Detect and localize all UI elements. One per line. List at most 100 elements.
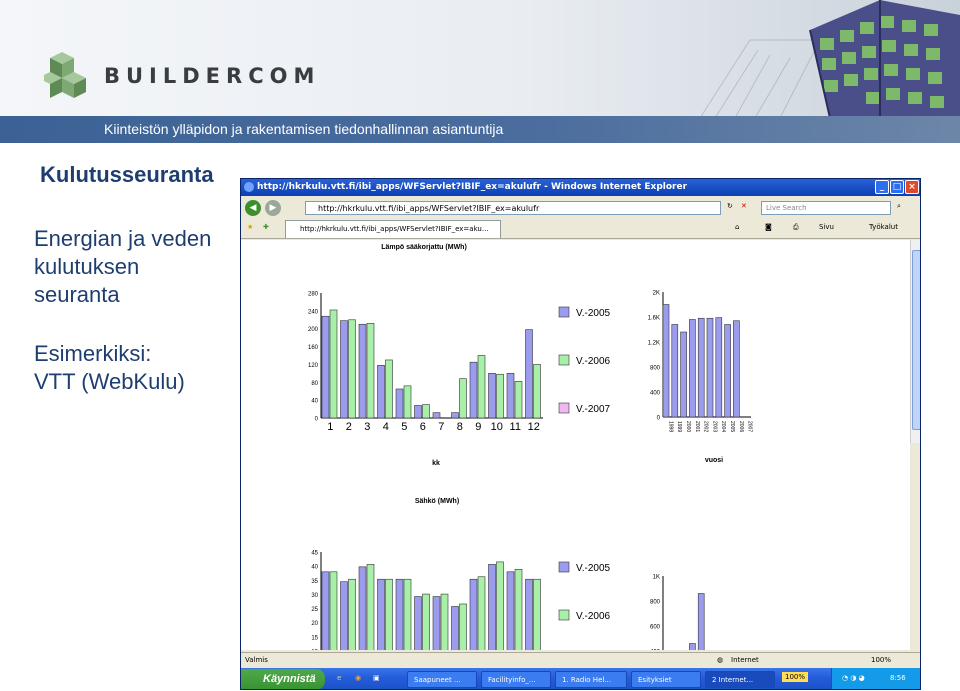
x-tick-label: 6 [420,421,426,433]
x-tick-label: 2007 [747,421,753,432]
legend-swatch [558,561,570,573]
bar [706,317,714,418]
bar [358,566,367,650]
x-tick-label: 1 [327,421,333,433]
tagline-bar: Kiinteistön ylläpidon ja rakentamisen ti… [0,116,960,143]
y-tick-label: 0 [315,417,319,423]
taskbar-item[interactable]: Facilityinfo_... [481,671,551,688]
bar [321,315,330,419]
y-tick-label: 45 [311,551,318,557]
x-axis-label: vuosi [705,457,723,464]
bar [358,323,367,419]
y-tick-label: 15 [311,635,318,641]
bar [385,359,393,419]
zoom-level[interactable]: 100% [871,656,891,664]
system-tray: 100% ◔ ◑ ◕ 8:56 [782,668,920,689]
x-tick-label: 2006 [738,421,744,432]
feeds-icon[interactable]: ◙ [765,223,772,231]
tools-menu[interactable]: Työkalut [869,223,898,231]
zone-text: Internet [731,656,759,664]
slide-example-text: Esimerkiksi: VTT (WebKulu) [34,340,239,396]
taskbar-item[interactable]: 1. Radio Hel... [555,671,627,688]
bar [395,578,404,650]
start-button[interactable]: Käynnistä [241,669,325,689]
taskbar-item[interactable]: Saapuneet ... [407,671,477,688]
forward-button[interactable]: ▶ [265,200,281,216]
status-text: Valmis [245,656,268,664]
bar [340,320,348,419]
y-tick-label: 600 [650,625,661,631]
print-icon[interactable]: ⎙ [793,223,799,232]
firefox-quicklaunch-icon[interactable]: ◉ [355,674,361,682]
bar [525,578,533,650]
bar [689,319,696,418]
search-icon[interactable]: ⌕ [897,202,901,211]
scrollbar-thumb[interactable] [912,250,920,430]
bar [459,378,467,419]
maximize-button[interactable]: □ [890,180,904,194]
y-tick-label: 160 [308,345,319,351]
bar [715,317,723,418]
bar [697,317,705,418]
refresh-icon[interactable]: ↻ [727,202,733,210]
bar [377,365,385,419]
bar [385,578,393,650]
y-tick-label: 200 [308,327,319,333]
bar [469,578,478,650]
address-bar[interactable]: http://hkrkulu.vtt.fi/ibi_apps/WFServlet… [305,201,721,215]
desktop-quicklaunch-icon[interactable]: ▣ [373,674,380,682]
ie-quicklaunch-icon[interactable]: e [337,674,341,682]
bar [451,606,459,650]
x-tick-label: 3 [364,421,370,433]
bar [422,404,430,419]
close-button[interactable]: × [905,180,919,194]
x-tick-label: 2 [346,421,352,433]
header-banner: BUILDERCOM Kiinteistön ylläpidon ja rake… [0,0,960,143]
y-tick-label: 80 [311,381,318,387]
bar [514,381,523,419]
vertical-scrollbar[interactable] [910,240,920,443]
y-tick-label: 1K [653,575,660,581]
search-input[interactable]: Live Search [761,201,891,215]
bar [506,571,515,650]
ie-icon [244,182,254,192]
stop-icon[interactable]: ✕ [741,202,747,210]
tab-row: ★ ✚ http://hkrkulu.vtt.fi/ibi_apps/WFSer… [241,219,920,239]
y-tick-label: 25 [311,607,318,613]
back-button[interactable]: ◀ [245,200,261,216]
legend-label: V.-2006 [576,356,611,367]
chart-title: Sähkö (MWh) [415,498,459,505]
body-line: seuranta [34,282,120,307]
address-row: ◀ ▶ http://hkrkulu.vtt.fi/ibi_apps/WFSer… [241,198,920,218]
home-icon[interactable]: ⌂ [735,223,739,231]
bar [469,361,478,419]
bar [477,355,486,419]
bar [414,405,422,419]
bar [348,578,356,650]
add-favorite-icon[interactable]: ✚ [263,223,269,231]
x-tick-label: 2000 [685,421,691,432]
bar [403,578,412,650]
minimize-button[interactable]: _ [875,180,889,194]
chart-title: Lämpö sääkorjattu (MWh) [381,244,467,251]
body-line: kulutuksen [34,254,140,279]
x-tick-label: 2003 [711,421,717,432]
body-line: Energian ja veden [34,226,212,251]
x-tick-label: 9 [475,421,481,433]
taskbar-item[interactable]: 2 Internet... [705,671,775,688]
browser-tab[interactable]: http://hkrkulu.vtt.fi/ibi_apps/WFServlet… [285,220,501,238]
bar [422,593,430,650]
bar [440,593,449,650]
x-tick-label: 2005 [729,421,735,432]
taskbar-item[interactable]: Esityksiet [631,671,701,688]
zoom-badge[interactable]: 100% [782,672,809,682]
x-axis-label: kk [432,460,440,467]
browser-screenshot: http://hkrkulu.vtt.fi/ibi_apps/WFServlet… [240,178,921,690]
bar [662,304,670,418]
bar [533,578,541,650]
bar [451,412,459,419]
page-menu[interactable]: Sivu [819,223,834,231]
brand-name: BUILDERCOM [104,64,321,88]
bar [514,569,523,650]
favorites-star-icon[interactable]: ★ [247,223,253,231]
